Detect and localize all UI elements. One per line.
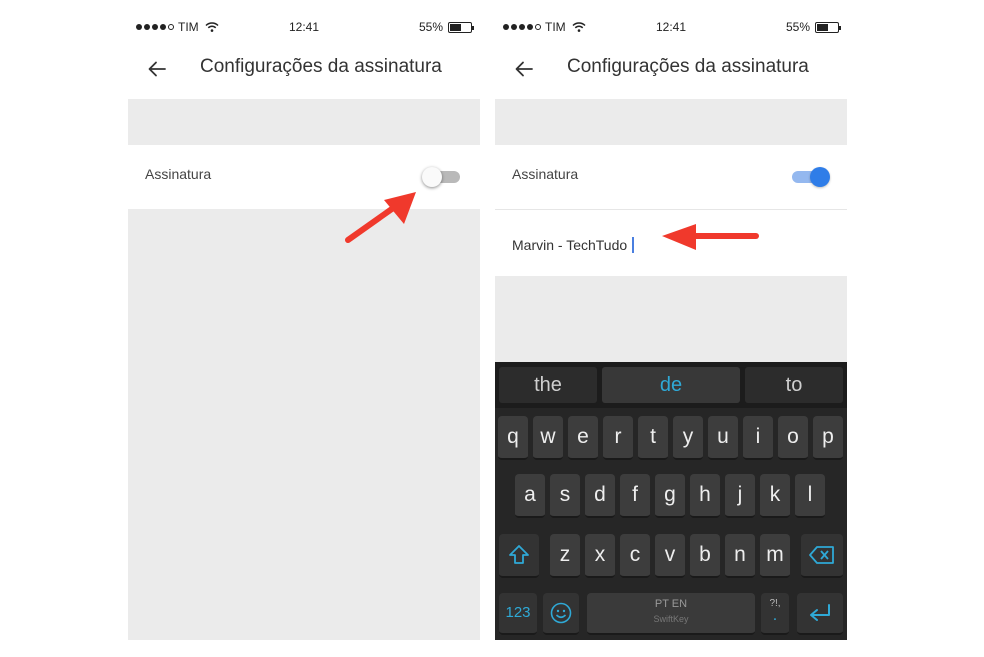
key-e[interactable]: e [568,416,598,460]
battery-icon [815,21,841,33]
punctuation-key[interactable]: ?!, . [761,593,789,635]
battery-percentage: 55% [418,20,443,34]
key-a[interactable]: a [515,474,545,518]
app-bar: Configurações da assinatura [128,48,480,88]
swiftkey-brand-label: SwiftKey [653,614,689,624]
toggle-thumb [422,167,442,187]
battery-level [817,23,828,31]
key-d[interactable]: d [585,474,615,518]
return-arrow-icon [810,604,830,621]
space-language-label: PT EN [654,598,688,610]
key-j[interactable]: j [725,474,755,518]
signature-setting-row[interactable]: Assinatura [495,145,847,209]
key-q[interactable]: q [498,416,528,460]
section-spacer [495,99,847,145]
suggestion-2[interactable]: de [602,367,740,403]
key-b[interactable]: b [690,534,720,578]
key-x[interactable]: x [585,534,615,578]
status-bar: TIM 12:41 55% [495,18,847,38]
battery-icon [448,21,474,33]
backspace-icon [809,546,834,564]
key-f[interactable]: f [620,474,650,518]
suggestion-3[interactable]: to [745,367,843,403]
arrow-left-icon[interactable] [513,58,535,80]
battery-percentage: 55% [785,20,810,34]
section-spacer [128,99,480,145]
empty-content-area [128,209,480,640]
empty-content-area [495,276,847,362]
backspace-key[interactable] [801,534,843,578]
key-w[interactable]: w [533,416,563,460]
text-cursor [632,237,635,253]
page-title: Configurações da assinatura [200,56,442,77]
key-o[interactable]: o [778,416,808,460]
signature-label: Assinatura [145,166,212,182]
key-r[interactable]: r [603,416,633,460]
signature-setting-row[interactable]: Assinatura [128,145,480,209]
key-u[interactable]: u [708,416,738,460]
key-g[interactable]: g [655,474,685,518]
annotation-arrow-signature [662,224,759,250]
key-p[interactable]: p [813,416,843,460]
toggle-thumb [810,167,830,187]
emoji-key[interactable] [543,593,579,635]
key-k[interactable]: k [760,474,790,518]
shift-key[interactable] [499,534,539,578]
key-s[interactable]: s [550,474,580,518]
annotation-arrow-toggle [345,192,416,243]
app-bar: Configurações da assinatura [495,48,847,88]
punctuation-period: . [772,607,778,624]
signature-text-field[interactable]: Marvin - TechTudo [512,237,635,253]
signature-toggle[interactable] [790,167,830,187]
enter-key[interactable] [797,593,843,635]
space-bar[interactable]: PT EN SwiftKey [587,593,755,635]
key-z[interactable]: z [550,534,580,578]
key-l[interactable]: l [795,474,825,518]
battery-level [450,23,461,31]
page-title: Configurações da assinatura [567,56,809,77]
suggestion-bar: the de to [495,362,847,408]
phone-screen-right: TIM 12:41 55% Configurações da assinatur… [495,0,847,640]
signature-toggle[interactable] [422,167,462,187]
emoji-smile-icon [550,602,572,624]
key-c[interactable]: c [620,534,650,578]
key-v[interactable]: v [655,534,685,578]
numbers-key[interactable]: 123 [499,593,537,635]
key-m[interactable]: m [760,534,790,578]
signature-label: Assinatura [512,166,579,182]
key-h[interactable]: h [690,474,720,518]
key-i[interactable]: i [743,416,773,460]
key-t[interactable]: t [638,416,668,460]
arrow-left-icon[interactable] [146,58,168,80]
key-y[interactable]: y [673,416,703,460]
status-bar: TIM 12:41 55% [128,18,480,38]
phone-screen-left: TIM 12:41 55% Configurações da assinatur… [128,0,480,640]
swiftkey-keyboard: the de to q w e r t y u i o p a s d f g … [495,362,847,640]
shift-arrow-icon [509,545,529,564]
suggestion-1[interactable]: the [499,367,597,403]
signature-text-value: Marvin - TechTudo [512,237,628,253]
key-n[interactable]: n [725,534,755,578]
